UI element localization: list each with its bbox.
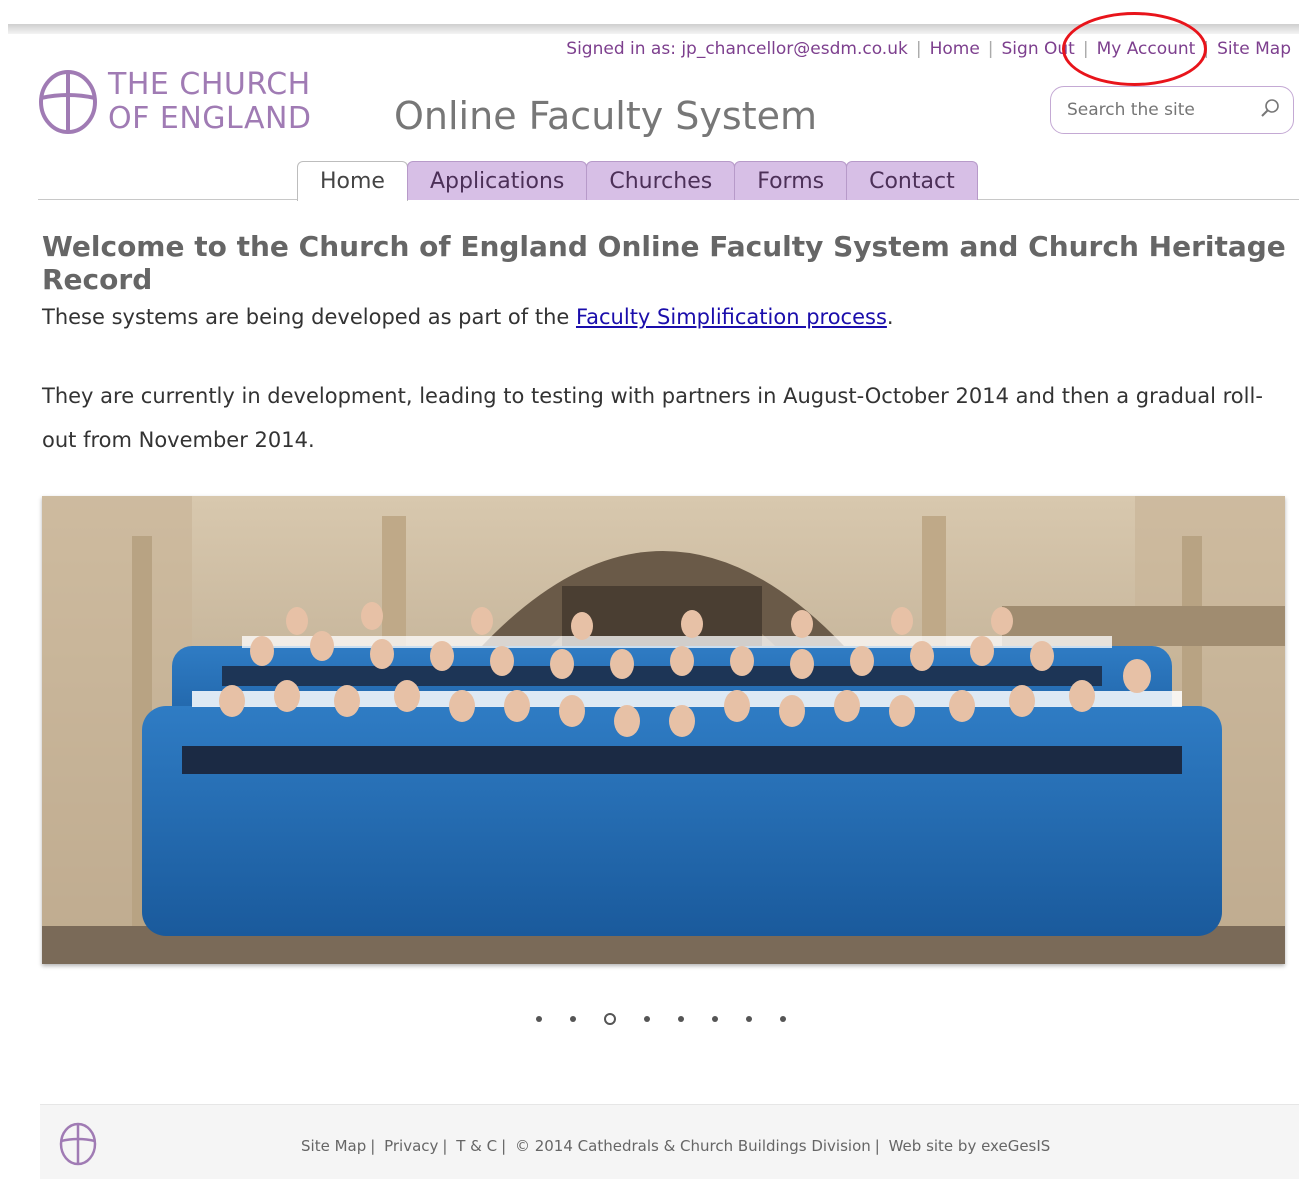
carousel-dot[interactable] <box>570 1016 576 1022</box>
footer-privacy-link[interactable]: Privacy <box>384 1137 438 1155</box>
footer-credit-link[interactable]: Web site by exeGesIS <box>889 1137 1051 1155</box>
faculty-simplification-link[interactable]: Faculty Simplification process <box>576 305 887 329</box>
carousel-dot[interactable] <box>536 1016 542 1022</box>
logo-line-2: OF ENGLAND <box>108 101 312 136</box>
separator: | <box>370 1137 376 1155</box>
logo-line-1: THE CHURCH <box>108 67 311 102</box>
intro-text: These systems are being developed as par… <box>42 305 576 329</box>
separator: | <box>874 1137 880 1155</box>
footer-site-map-link[interactable]: Site Map <box>301 1137 366 1155</box>
carousel-dot[interactable] <box>746 1016 752 1022</box>
carousel-dot[interactable] <box>678 1016 684 1022</box>
main-nav: Home Applications Churches Forms Contact <box>297 161 978 201</box>
tab-churches[interactable]: Churches <box>586 161 736 200</box>
signed-in-label: Signed in as: jp_chancellor@esdm.co.uk <box>566 39 908 59</box>
tab-home[interactable]: Home <box>297 161 408 201</box>
carousel-dot-active[interactable] <box>604 1013 616 1025</box>
search-icon[interactable] <box>1259 97 1281 123</box>
footer-copyright: © 2014 Cathedrals & Church Buildings Div… <box>514 1137 871 1155</box>
tab-applications[interactable]: Applications <box>406 161 588 200</box>
carousel-pager <box>536 1013 814 1025</box>
site-map-link[interactable]: Site Map <box>1217 39 1291 59</box>
tab-forms[interactable]: Forms <box>734 161 848 200</box>
footer: Site Map | Privacy | T & C | © 2014 Cathedr… <box>40 1104 1299 1179</box>
carousel-dot[interactable] <box>780 1016 786 1022</box>
footer-terms-link[interactable]: T & C <box>456 1137 497 1155</box>
intro-paragraph: These systems are being developed as par… <box>42 305 894 329</box>
home-link[interactable]: Home <box>930 39 980 59</box>
intro-period: . <box>886 305 894 329</box>
page-title: Welcome to the Church of England Online … <box>42 230 1286 296</box>
church-cross-icon <box>59 1122 97 1166</box>
development-paragraph: They are currently in development, leadi… <box>42 384 1263 452</box>
carousel-dot[interactable] <box>712 1016 718 1022</box>
church-logo[interactable]: THE CHURCH OF ENGLAND <box>38 68 312 136</box>
footer-links: Site Map | Privacy | T & C | © 2014 Cathedr… <box>301 1137 1050 1155</box>
search-box[interactable] <box>1050 86 1294 134</box>
highlight-ring <box>1062 12 1207 86</box>
church-cross-logo-icon <box>39 70 97 134</box>
site-title: Online Faculty System <box>394 94 818 138</box>
carousel-photo-choir <box>42 496 1285 964</box>
separator: | <box>915 39 922 59</box>
carousel-dot[interactable] <box>644 1016 650 1022</box>
separator: | <box>501 1137 507 1155</box>
separator: | <box>987 39 994 59</box>
search-input[interactable] <box>1065 99 1239 121</box>
tab-contact[interactable]: Contact <box>846 161 978 200</box>
separator: | <box>442 1137 448 1155</box>
